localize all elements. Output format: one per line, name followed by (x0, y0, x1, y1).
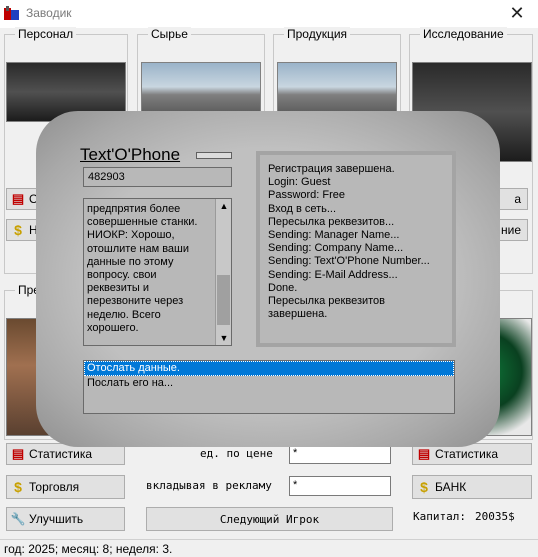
research-top-label: а (514, 192, 521, 206)
connection-log: Регистрация завершена. Login: Guest Passwo… (256, 151, 456, 347)
dollar-icon: $ (420, 479, 428, 495)
log-line: Пересылка реквезитов... (268, 215, 395, 228)
group-research-label: Исследование (420, 27, 507, 41)
stats-label: Статистика (29, 447, 93, 461)
phone-number-field[interactable]: 482903 (83, 167, 232, 187)
improve-label: Улучшить (29, 512, 84, 526)
scroll-down-icon[interactable]: ▼ (216, 333, 232, 343)
group-products-label: Продукция (284, 27, 351, 41)
log-line: Вход в сеть... (268, 202, 337, 215)
log-line: Sending: Text'O'Phone Number... (268, 255, 430, 268)
reply-option[interactable]: Отослать данные. (84, 361, 454, 376)
products-image (277, 62, 397, 117)
group-raw-label: Сырье (148, 27, 191, 41)
price-field[interactable]: * (289, 444, 391, 464)
reply-options-list[interactable]: Отослать данные. Послать его на... (83, 360, 455, 414)
window-title: Заводик (26, 6, 72, 20)
wrench-icon: 🔧 (10, 512, 26, 526)
app-icon (4, 6, 20, 22)
log-line: Пересылка реквезитов (268, 295, 386, 308)
message-text: предпрятия более совершенные станки. НИО… (87, 203, 198, 334)
ads-field[interactable]: * (289, 476, 391, 496)
message-text-box[interactable]: предпрятия более совершенные станки. НИО… (83, 198, 232, 346)
status-bar: год: 2025; месяц: 8; неделя: 3. (0, 539, 538, 557)
reply-option[interactable]: Послать его на... (84, 376, 454, 391)
log-line: завершена. (268, 308, 328, 321)
chart-icon: ▤ (417, 446, 431, 461)
log-line: Sending: E-Mail Address... (268, 268, 398, 281)
chart-icon: ▤ (11, 191, 25, 206)
log-lines: Регистрация завершена. Login: Guest Passwo… (268, 163, 430, 321)
next-player-button[interactable]: Следующий Игрок (146, 507, 393, 531)
bank-button[interactable]: $ БАНК (412, 475, 532, 499)
log-line: Sending: Manager Name... (268, 229, 400, 242)
log-line: Регистрация завершена. (268, 163, 395, 175)
log-line: Sending: Company Name... (268, 242, 404, 255)
dollar-icon: $ (14, 222, 22, 238)
title-bar: Заводик ✕ (0, 0, 538, 28)
trade-label: Торговля (29, 480, 80, 494)
ads-label: вкладывая в рекламу (146, 479, 272, 492)
scroll-thumb[interactable] (217, 275, 230, 325)
close-icon[interactable]: ✕ (506, 2, 528, 24)
capital-value: 20035$ (475, 510, 515, 523)
bank-label: БАНК (435, 480, 467, 494)
message-scrollbar[interactable]: ▲ ▼ (215, 199, 231, 345)
dialog-title: Text'O'Phone (80, 145, 181, 164)
log-line: Login: Guest (268, 176, 331, 189)
raw-image (141, 62, 261, 117)
group-personnel-label: Персонал (15, 27, 77, 41)
improve-button[interactable]: 🔧 Улучшить (6, 507, 125, 531)
capital-label: Капитал: (413, 510, 466, 523)
log-line: Done. (268, 281, 298, 294)
dialog-title-bar (196, 152, 232, 159)
trade-button[interactable]: $ Торговля (6, 475, 125, 499)
scroll-up-icon[interactable]: ▲ (216, 201, 232, 211)
dollar-icon: $ (14, 479, 22, 495)
chart-icon: ▤ (11, 446, 25, 461)
log-line: Password: Free (268, 189, 346, 202)
right-stats-label: Статистика (435, 447, 499, 461)
price-label: ед. по цене (200, 447, 273, 460)
research-mid-label: ние (500, 223, 521, 237)
